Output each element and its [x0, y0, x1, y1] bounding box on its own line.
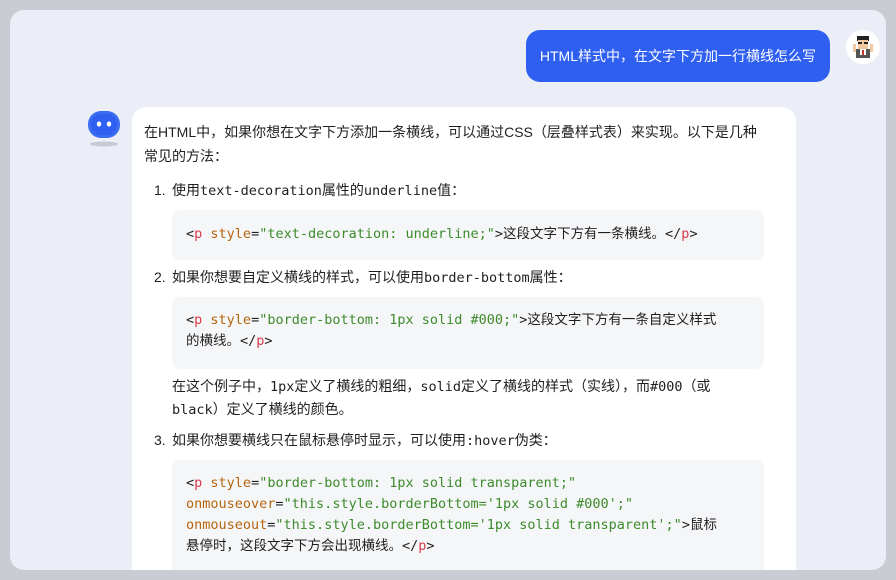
inline-code: #000 — [650, 379, 683, 395]
bot-avatar-icon — [86, 108, 122, 147]
inline-code: border-bottom — [424, 270, 530, 286]
inline-code: solid — [420, 379, 462, 395]
intro-line: 在HTML中，如果你想在文字下方添加一条横线，可以通过CSS（层叠样式表）来实现… — [144, 124, 757, 140]
inline-code: 1px — [270, 379, 295, 395]
chat-window: HTML样式中，在文字下方加一行横线怎么写 在HTML中，如果你想在文字下方添加… — [10, 10, 886, 570]
list-number: 3. — [154, 432, 166, 448]
inline-code: black — [172, 402, 213, 418]
code-block-1[interactable]: <p style="text-decoration: underline;">这… — [172, 210, 764, 260]
inline-code: underline — [363, 183, 438, 199]
list-number: 1. — [154, 182, 166, 198]
user-message-bubble: HTML样式中，在文字下方加一行横线怎么写 — [525, 30, 830, 82]
code-block-2[interactable]: <p style="border-bottom: 1px solid #000;… — [172, 297, 764, 369]
user-message-row: HTML样式中，在文字下方加一行横线怎么写 — [525, 30, 880, 82]
list-text: 如果你想要横线只在鼠标悬停时显示，可以使用:hover伪类： — [172, 432, 557, 449]
list-text: 如果你想要自定义横线的样式，可以使用border-bottom属性： — [172, 269, 572, 286]
list-number: 2. — [154, 269, 166, 285]
inline-code: text-decoration — [200, 183, 322, 199]
user-avatar-icon[interactable] — [846, 30, 880, 64]
list-text: 使用text-decoration属性的underline值： — [172, 182, 466, 199]
intro-line: 常见的方法： — [144, 148, 228, 164]
bot-intro: 在HTML中，如果你想在文字下方添加一条横线，可以通过CSS（层叠样式表）来实现… — [144, 121, 784, 167]
inline-code: :hover — [466, 433, 515, 449]
explanation-note: 在这个例子中，1px定义了横线的粗细，solid定义了横线的样式（实线），而#0… — [172, 378, 711, 418]
code-block-3[interactable]: <p style="border-bottom: 1px solid trans… — [172, 460, 764, 570]
bot-message-card: 在HTML中，如果你想在文字下方添加一条横线，可以通过CSS（层叠样式表）来实现… — [132, 107, 796, 570]
